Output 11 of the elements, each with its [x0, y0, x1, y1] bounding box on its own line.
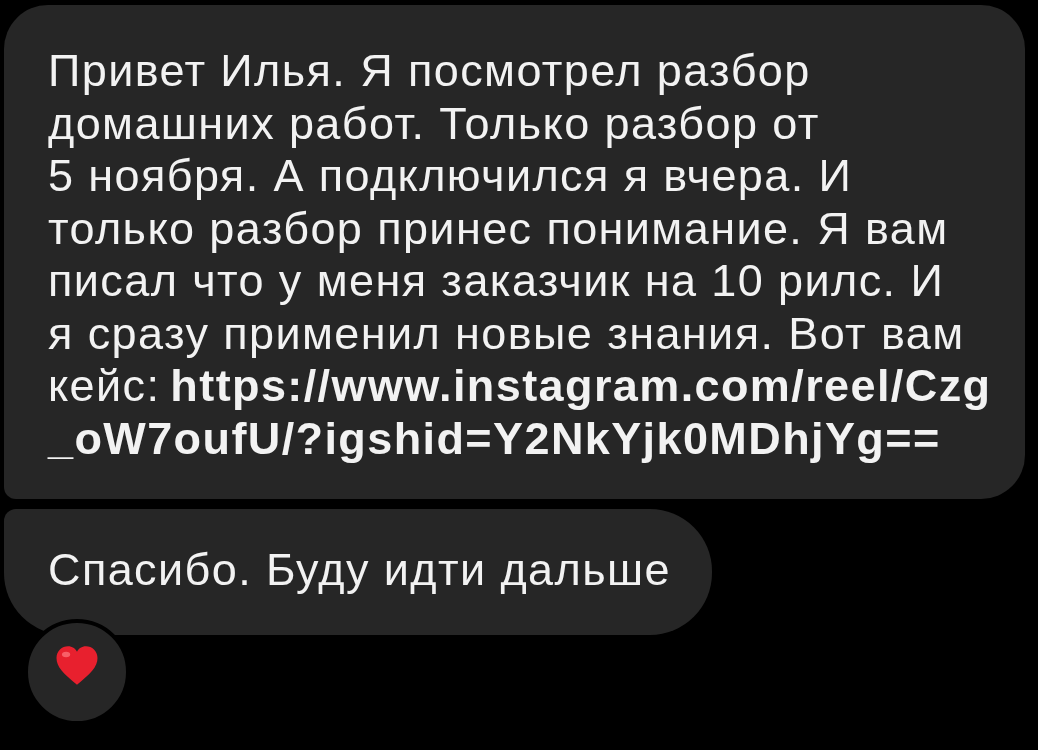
heart-icon — [55, 644, 99, 686]
link[interactable]: _oW7oufU/?igshid=Y2NkYjk0MDhjYg== — [48, 412, 941, 464]
message-text: Привет Илья. Я посмотрел разбор — [48, 45, 811, 96]
message-text: кейс: — [48, 360, 161, 411]
message-text: писал что у меня заказчик на 10 рилс. И — [48, 255, 945, 306]
message-text: Спасибо. Буду идти дальше — [48, 544, 671, 595]
message-text: я сразу применил новые знания. Вот вам — [48, 307, 965, 359]
message-text: домашних работ. Только разбор от — [48, 97, 820, 149]
message-text: только разбор принес понимание. Я вам — [48, 202, 949, 254]
message-text: 5 ноября. А подключился я вчера. И — [48, 150, 853, 201]
link[interactable]: https://www.instagram.com/reel/Czg — [170, 360, 992, 411]
